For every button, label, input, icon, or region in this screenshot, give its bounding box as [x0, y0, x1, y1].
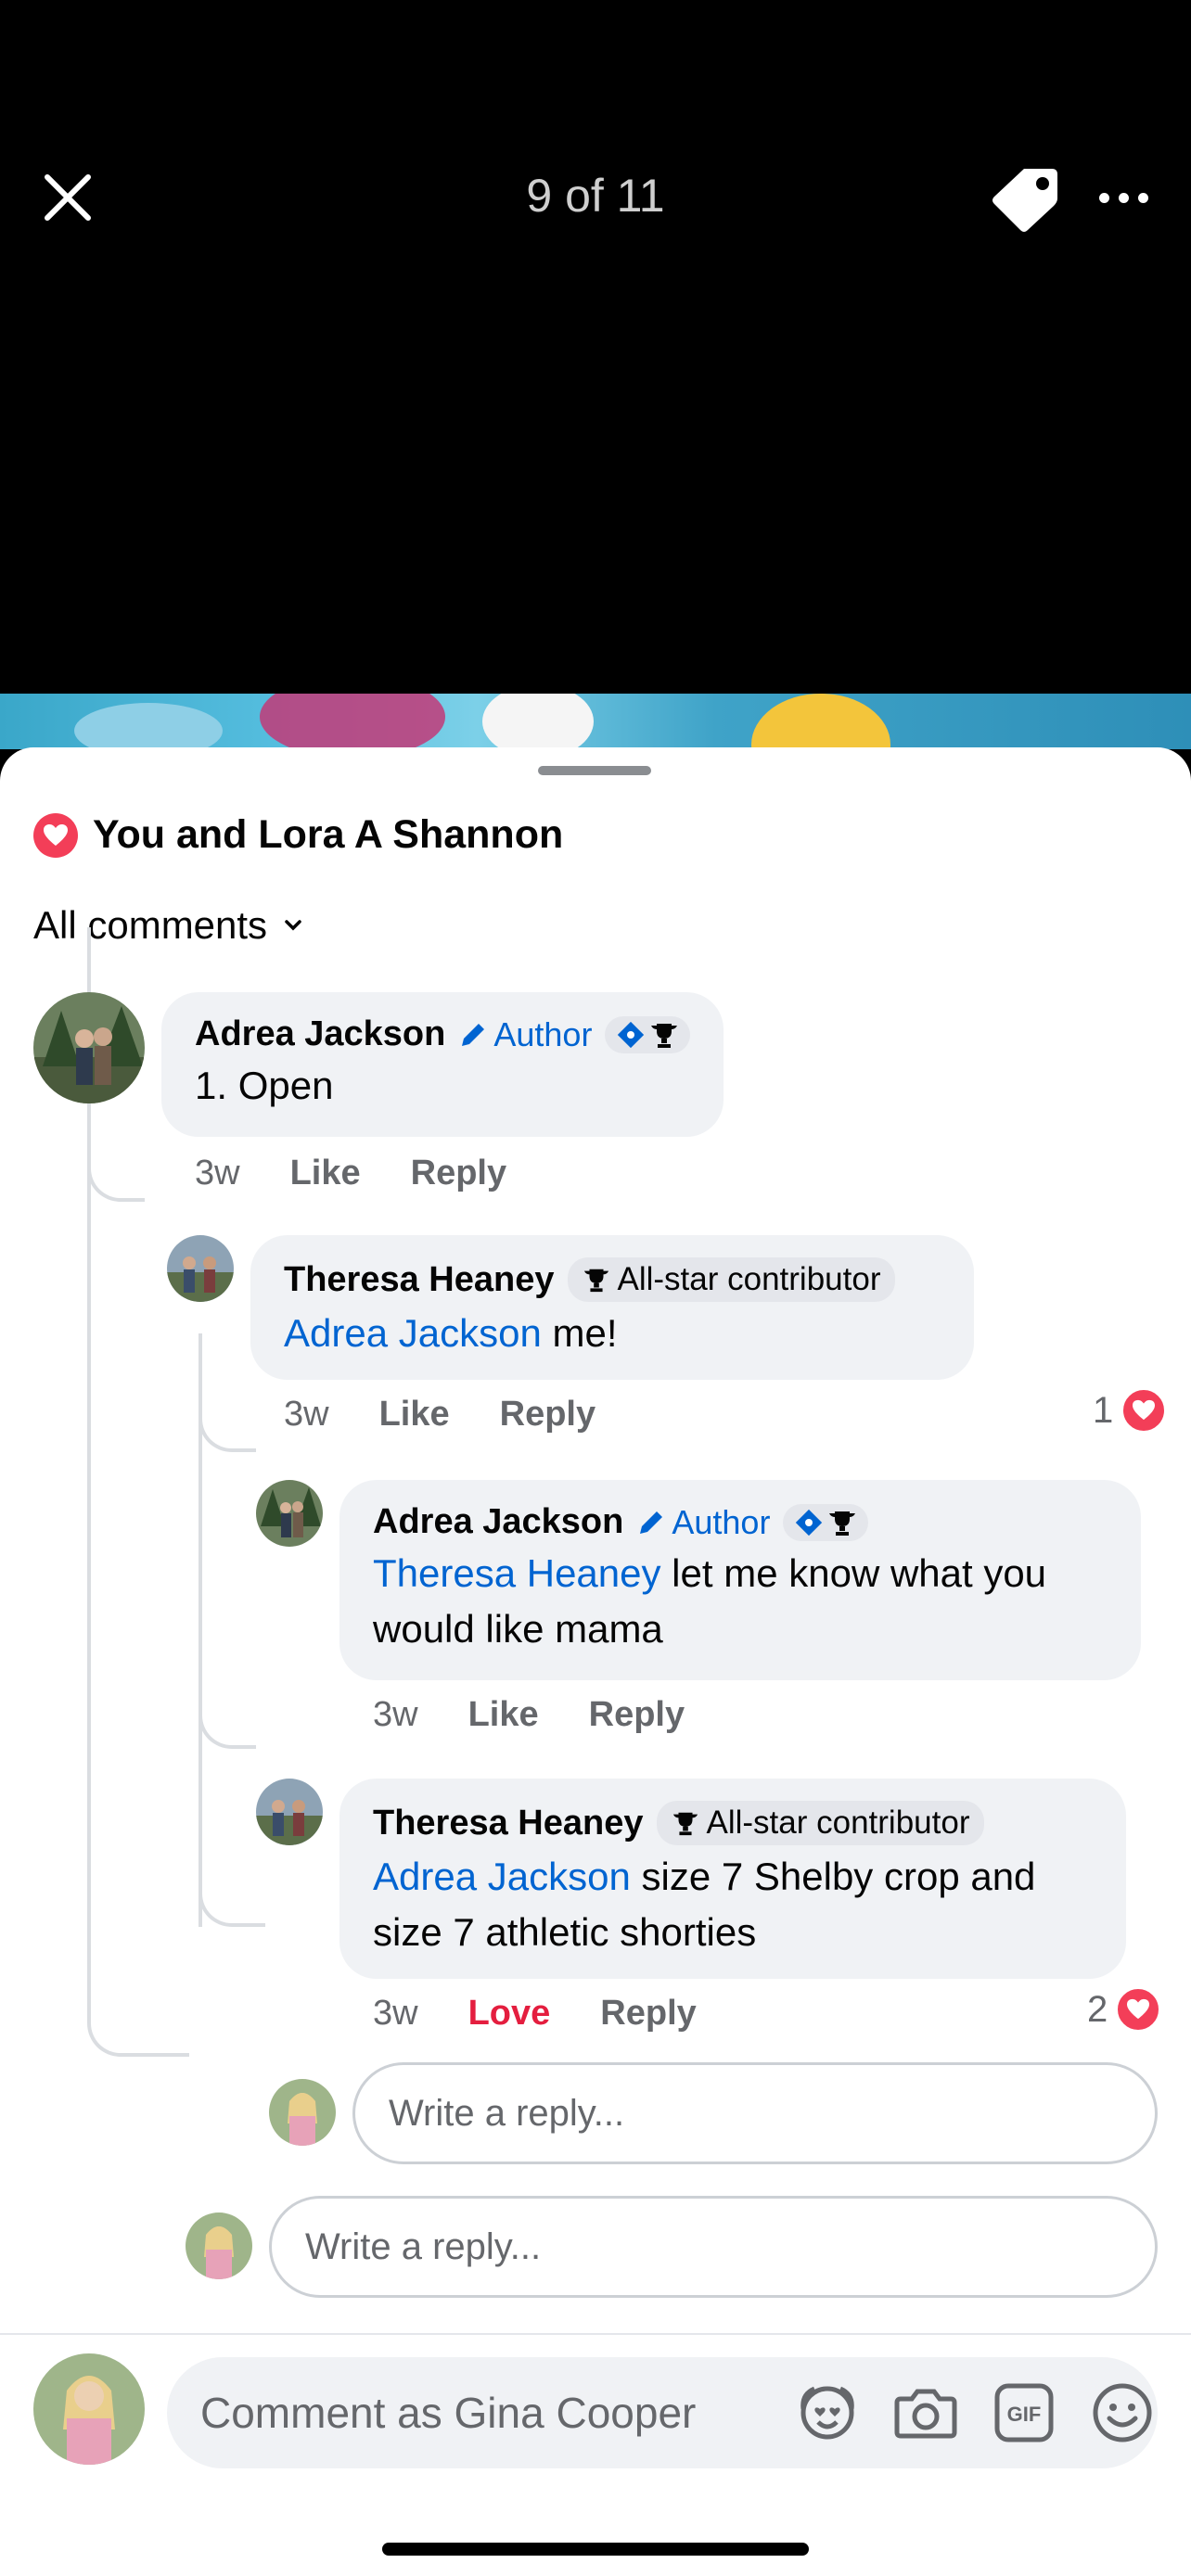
photo-preview[interactable] — [0, 694, 1191, 749]
love-button[interactable]: Love — [468, 1994, 551, 2034]
comment-input-placeholder: Comment as Gina Cooper — [200, 2389, 697, 2437]
comment-time: 3w — [373, 1695, 418, 1734]
photo-shape — [74, 703, 223, 749]
like-button[interactable]: Like — [468, 1695, 539, 1735]
comments-filter[interactable]: All comments — [33, 903, 302, 948]
thread-connector — [198, 1693, 256, 1749]
comment-time: 3w — [284, 1395, 329, 1434]
reaction-count[interactable]: 2 — [1087, 1986, 1162, 2033]
more-options-button[interactable] — [1091, 174, 1156, 221]
mention-link[interactable]: Adrea Jackson — [284, 1311, 542, 1355]
more-dot — [1118, 192, 1129, 203]
avatar[interactable] — [256, 1779, 323, 1845]
comment-actions: 3w Like Reply — [284, 1395, 596, 1435]
comment-time: 3w — [373, 1994, 418, 2033]
comment-text: Adrea Jackson me! — [284, 1306, 941, 1361]
author-badge-label: Author — [672, 1502, 771, 1541]
emoji-icon[interactable] — [1087, 2379, 1158, 2446]
reply-button[interactable]: Reply — [589, 1695, 685, 1735]
trophy-icon — [829, 1511, 856, 1536]
all-star-badge[interactable]: All-star contributor — [656, 1801, 985, 1845]
composer-icons: GIF — [792, 2379, 1158, 2446]
commenter-name[interactable]: Theresa Heaney — [373, 1804, 644, 1843]
filter-label: All comments — [33, 903, 268, 947]
avatar — [269, 2079, 336, 2146]
all-star-badge[interactable]: All-star contributor — [567, 1257, 896, 1302]
diamond-star-icon — [796, 1509, 823, 1536]
photo-shape — [260, 694, 445, 749]
avatar[interactable] — [33, 992, 145, 1103]
reactions-summary-text: You and Lora A Shannon — [93, 812, 564, 857]
reaction-count[interactable]: 1 — [1093, 1387, 1168, 1434]
author-badge-label: Author — [493, 1014, 593, 1053]
photo-viewer: 9 of 11 — [0, 0, 1191, 694]
trophy-icon — [651, 1023, 678, 1048]
pencil-icon — [640, 1511, 663, 1534]
like-button[interactable]: Like — [290, 1154, 361, 1193]
diamond-star-icon — [618, 1021, 645, 1048]
photo-shape — [751, 694, 890, 749]
avatar[interactable] — [33, 2353, 145, 2465]
tag-icon — [992, 169, 1057, 232]
avatar[interactable] — [256, 1480, 323, 1547]
all-star-badge-label: All-star contributor — [617, 1261, 881, 1297]
thread-connector — [87, 1953, 189, 2057]
comments-sheet: You and Lora A Shannon All comments Adre… — [0, 747, 1191, 2576]
comment-bubble[interactable]: Theresa Heaney All-star contributor Adre… — [339, 1779, 1126, 1979]
svg-text:GIF: GIF — [1007, 2403, 1042, 2426]
commenter-name[interactable]: Adrea Jackson — [195, 1014, 445, 1054]
reply-button[interactable]: Reply — [600, 1994, 696, 2034]
heart-reaction-icon — [1121, 1387, 1168, 1434]
pencil-icon — [462, 1023, 485, 1046]
reaction-count-number: 1 — [1093, 1389, 1114, 1431]
gif-icon[interactable]: GIF — [989, 2379, 1059, 2446]
reply-input[interactable]: Write a reply... — [269, 2196, 1158, 2298]
reply-button[interactable]: Reply — [411, 1154, 506, 1193]
avatar-sticker-icon[interactable] — [792, 2379, 863, 2446]
avatar[interactable] — [167, 1235, 234, 1302]
mention-link[interactable]: Adrea Jackson — [373, 1855, 631, 1898]
commenter-name[interactable]: Adrea Jackson — [373, 1502, 623, 1542]
comment-actions: 3w Like Reply — [195, 1154, 506, 1193]
mention-link[interactable]: Theresa Heaney — [373, 1551, 661, 1595]
all-star-badge-label: All-star contributor — [706, 1804, 970, 1841]
comment-actions: 3w Love Reply — [373, 1994, 697, 2034]
comment-text: 1. Open — [195, 1064, 334, 1107]
more-dot — [1098, 192, 1109, 203]
comment-bubble[interactable]: Theresa Heaney All-star contributor Adre… — [250, 1235, 974, 1380]
more-dot — [1137, 192, 1148, 203]
trophy-icon — [672, 1812, 698, 1836]
like-button[interactable]: Like — [379, 1395, 450, 1435]
thread-connector — [87, 1146, 145, 1202]
comment-time: 3w — [195, 1154, 240, 1192]
comment-actions: 3w Like Reply — [373, 1695, 685, 1735]
comment-bubble[interactable]: Adrea Jackson Author 1. Open — [161, 992, 724, 1137]
comment-composer-bar: Comment as Gina Cooper GIF — [0, 2333, 1191, 2576]
avatar — [186, 2213, 252, 2279]
sheet-grabber[interactable] — [538, 766, 651, 775]
reply-input[interactable]: Write a reply... — [352, 2062, 1158, 2164]
badges-group[interactable] — [605, 1015, 691, 1053]
commenter-name[interactable]: Theresa Heaney — [284, 1260, 555, 1300]
comment-text: Adrea Jackson size 7 Shelby crop and siz… — [373, 1849, 1093, 1960]
thread-connector — [198, 1396, 256, 1452]
badges-group[interactable] — [783, 1503, 869, 1541]
heart-reaction-icon — [33, 812, 78, 858]
reactions-summary[interactable]: You and Lora A Shannon — [33, 812, 563, 858]
comment-bubble[interactable]: Adrea Jackson Author Theresa Heaney let … — [339, 1480, 1141, 1680]
camera-icon[interactable] — [890, 2379, 961, 2446]
reaction-count-number: 2 — [1087, 1988, 1108, 2030]
heart-reaction-icon — [1115, 1986, 1162, 2033]
comment-text: Theresa Heaney let me know what you woul… — [373, 1546, 1108, 1657]
trophy-icon — [583, 1269, 608, 1293]
reply-button[interactable]: Reply — [500, 1395, 596, 1435]
photo-shape — [482, 694, 594, 749]
home-indicator — [382, 2543, 809, 2556]
chevron-down-icon — [285, 920, 301, 931]
thread-connector — [198, 1860, 265, 1927]
author-badge[interactable]: Author — [458, 1015, 592, 1054]
tag-button[interactable] — [987, 165, 1061, 232]
author-badge[interactable]: Author — [636, 1503, 770, 1542]
comment-body: me! — [541, 1311, 618, 1355]
